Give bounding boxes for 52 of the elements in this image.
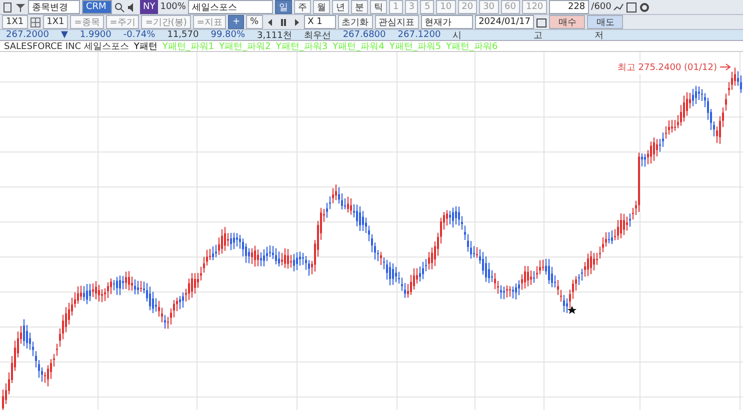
stock-name-field[interactable]: 세일스포스 [188, 0, 273, 14]
open-label: 시 [452, 30, 462, 42]
layout-button[interactable]: 1X1 [2, 15, 28, 29]
amount: 3,111천 [257, 30, 292, 42]
legend-item: Y패턴_파워3 [276, 40, 328, 52]
legend-item: Y패턴_파워4 [332, 40, 384, 52]
high-label: 고 [534, 30, 543, 42]
toggle-button[interactable]: + [228, 15, 244, 29]
toolbar-button[interactable]: 관심지표 [374, 15, 419, 29]
filter-icon[interactable] [15, 2, 26, 12]
search-icon[interactable] [114, 2, 125, 12]
price: 267.2000 [6, 30, 49, 40]
exchange-badge: NY [140, 0, 158, 14]
zoom-level: 100% [160, 2, 186, 12]
price-type-dropdown[interactable]: 현재가 [420, 15, 473, 29]
legend-item: SALESFORCE INC 세일스포스 [4, 40, 129, 52]
legend-item: Y패턴_파워1 [162, 40, 214, 52]
star-icon [568, 306, 576, 314]
period-button[interactable]: 틱 [370, 0, 387, 14]
period-button[interactable]: 년 [332, 0, 349, 14]
toolbar-button[interactable]: 초기화 [338, 15, 373, 29]
count-max: /600 [591, 2, 612, 12]
grid-icon[interactable] [30, 16, 41, 28]
ratio: 99.80% [210, 30, 246, 40]
buy-button[interactable]: 매수 [549, 15, 586, 29]
code-field[interactable]: CRM [82, 0, 112, 14]
chart-icon[interactable] [613, 2, 624, 12]
period-button[interactable]: 분 [350, 0, 368, 14]
best-label: 최우선 [304, 30, 331, 42]
ask-price: 267.6800 [342, 30, 386, 40]
count-field[interactable]: 228 [549, 0, 590, 14]
legend-item: Y패턴 [134, 40, 158, 52]
period-button[interactable]: 주 [294, 0, 311, 14]
legend-item: Y패턴_파워2 [219, 40, 271, 52]
layout-button[interactable]: 1X1 [42, 15, 68, 29]
low-label: 저 [594, 30, 604, 42]
change-rate: -0.74% [123, 30, 156, 40]
high-price-note: 최고 275.2400 (01/12) [617, 61, 717, 74]
direction-mark: ▼ [60, 30, 68, 40]
period-button[interactable]: 월 [312, 0, 330, 14]
arrow-icon [720, 64, 731, 70]
period-button[interactable]: 일 [274, 0, 292, 14]
sell-button[interactable]: 매도 [587, 15, 624, 29]
toggle-button[interactable]: % [246, 15, 263, 29]
date-field[interactable]: 2024/01/17 [474, 15, 534, 29]
legend-item: Y패턴_파워6 [446, 40, 498, 52]
volume: 11,570 [167, 30, 199, 40]
bid-price: 267.1200 [398, 30, 441, 40]
change: 1.9900 [80, 30, 112, 40]
legend-item: Y패턴_파워5 [389, 40, 442, 52]
multiplier-dropdown[interactable]: X 1 [304, 15, 336, 29]
stock-change-dropdown[interactable]: 종목변경 [28, 0, 80, 14]
